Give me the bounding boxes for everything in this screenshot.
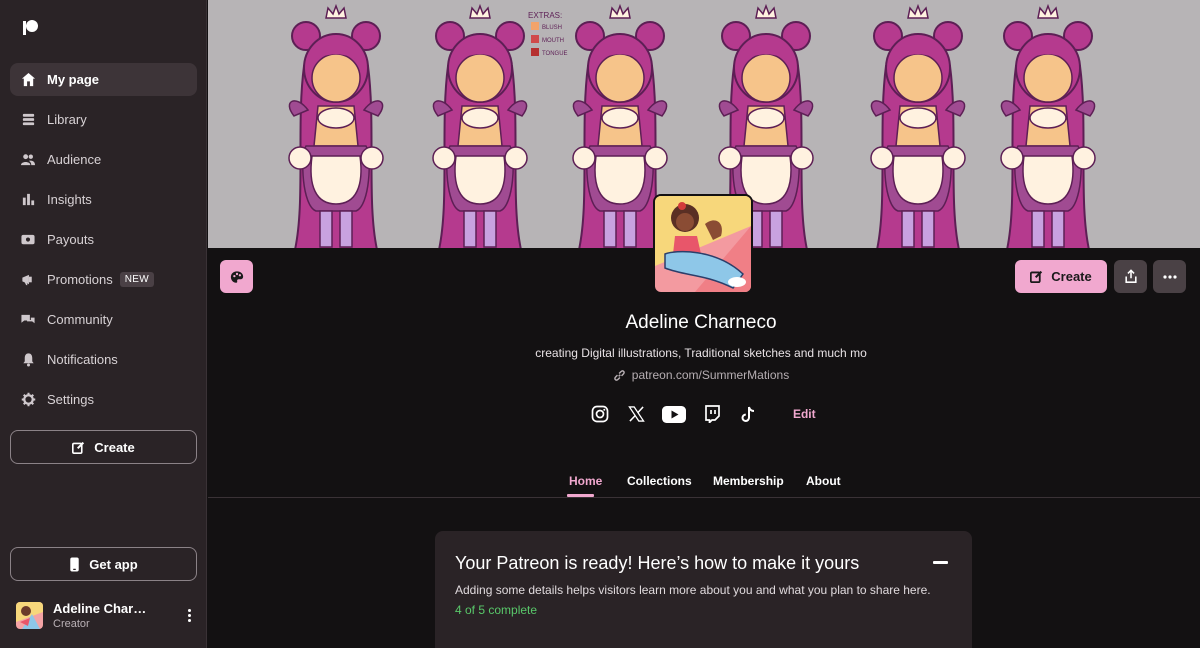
sidebar-item-label: Library xyxy=(47,112,87,127)
tiktok-icon[interactable] xyxy=(736,402,760,426)
collapse-icon[interactable] xyxy=(933,561,948,564)
sidebar-item-community[interactable]: Community xyxy=(10,303,197,336)
phone-icon xyxy=(69,556,80,572)
moderation-button[interactable] xyxy=(220,260,253,293)
library-icon xyxy=(20,112,36,128)
sidebar-item-label: My page xyxy=(47,72,100,87)
sidebar-item-label: Notifications xyxy=(47,352,118,367)
bell-icon xyxy=(20,352,36,368)
tab-collections[interactable]: Collections xyxy=(627,474,692,488)
extras-label: MOUTH xyxy=(542,38,564,44)
sidebar-item-label: Audience xyxy=(47,152,102,167)
sidebar-nav: My page Library Audience Insights Payout… xyxy=(10,63,197,423)
card-description: Adding some details helps visitors learn… xyxy=(455,583,931,597)
extras-label: TONGUE xyxy=(542,51,568,57)
instagram-icon[interactable] xyxy=(588,402,612,426)
tab-membership[interactable]: Membership xyxy=(713,474,784,488)
audience-icon xyxy=(20,152,36,168)
sidebar-item-promotions[interactable]: Promotions NEW xyxy=(10,263,197,296)
user-name: Adeline Charneco xyxy=(53,600,149,616)
create-label: Create xyxy=(1051,269,1092,284)
sidebar: My page Library Audience Insights Payout… xyxy=(0,0,207,648)
link-icon xyxy=(613,369,625,381)
edit-socials-link[interactable]: Edit xyxy=(793,407,816,421)
sidebar-item-my-page[interactable]: My page xyxy=(10,63,197,96)
more-horizontal-icon xyxy=(1162,274,1177,279)
create-post-button[interactable]: Create xyxy=(1015,260,1107,293)
get-app-label: Get app xyxy=(89,556,138,572)
new-badge: NEW xyxy=(119,272,154,287)
tab-about[interactable]: About xyxy=(806,474,841,488)
insights-icon xyxy=(20,192,36,208)
creator-name: Adeline Charneco xyxy=(625,312,777,333)
home-icon xyxy=(20,72,36,88)
edit-icon xyxy=(1030,270,1043,283)
user-account[interactable]: Adeline Charneco Creator xyxy=(16,600,196,630)
twitch-icon[interactable] xyxy=(700,402,724,426)
extras-title: EXTRAS: xyxy=(528,11,562,20)
share-button[interactable] xyxy=(1114,260,1147,293)
sidebar-item-label: Community xyxy=(47,312,113,327)
social-links: Edit xyxy=(588,402,816,426)
card-title: Your Patreon is ready! Here’s how to mak… xyxy=(455,553,860,573)
patreon-logo[interactable] xyxy=(20,18,40,38)
sidebar-item-settings[interactable]: Settings xyxy=(10,383,197,416)
creator-tagline: creating Digital illustrations, Traditio… xyxy=(535,346,867,360)
share-icon xyxy=(1124,269,1137,283)
tab-home[interactable]: Home xyxy=(569,474,602,488)
creator-avatar[interactable] xyxy=(653,194,753,294)
active-tab-indicator xyxy=(567,494,594,497)
sidebar-item-audience[interactable]: Audience xyxy=(10,143,197,176)
sidebar-item-label: Promotions xyxy=(47,272,113,287)
sidebar-create-button[interactable]: Create xyxy=(10,430,197,464)
sidebar-item-payouts[interactable]: Payouts xyxy=(10,223,197,256)
palette-icon xyxy=(230,270,243,283)
community-icon xyxy=(20,312,36,328)
sidebar-item-label: Insights xyxy=(47,192,92,207)
creator-link[interactable]: patreon.com/SummerMations xyxy=(560,368,842,382)
setup-progress: 4 of 5 complete xyxy=(455,603,538,617)
avatar xyxy=(16,601,43,629)
sidebar-item-library[interactable]: Library xyxy=(10,103,197,136)
creator-link-text: patreon.com/SummerMations xyxy=(631,368,790,382)
sidebar-item-insights[interactable]: Insights xyxy=(10,183,197,216)
promotions-icon xyxy=(20,272,36,288)
sidebar-item-notifications[interactable]: Notifications xyxy=(10,343,197,376)
x-icon[interactable] xyxy=(625,402,649,426)
more-options-button[interactable] xyxy=(1153,260,1186,293)
user-role: Creator xyxy=(53,617,90,630)
create-label: Create xyxy=(94,439,135,455)
setup-checklist-card: Your Patreon is ready! Here’s how to mak… xyxy=(435,531,972,648)
sidebar-item-label: Payouts xyxy=(47,232,94,247)
extras-label: BLUSH xyxy=(542,25,562,31)
youtube-icon[interactable] xyxy=(661,402,687,426)
payouts-icon xyxy=(20,232,36,248)
sidebar-item-label: Settings xyxy=(47,392,94,407)
profile-tabs: Home Collections Membership About xyxy=(208,466,1200,498)
more-vertical-icon[interactable] xyxy=(182,608,196,622)
get-app-button[interactable]: Get app xyxy=(10,547,197,581)
edit-icon xyxy=(72,441,85,454)
gear-icon xyxy=(20,392,36,408)
